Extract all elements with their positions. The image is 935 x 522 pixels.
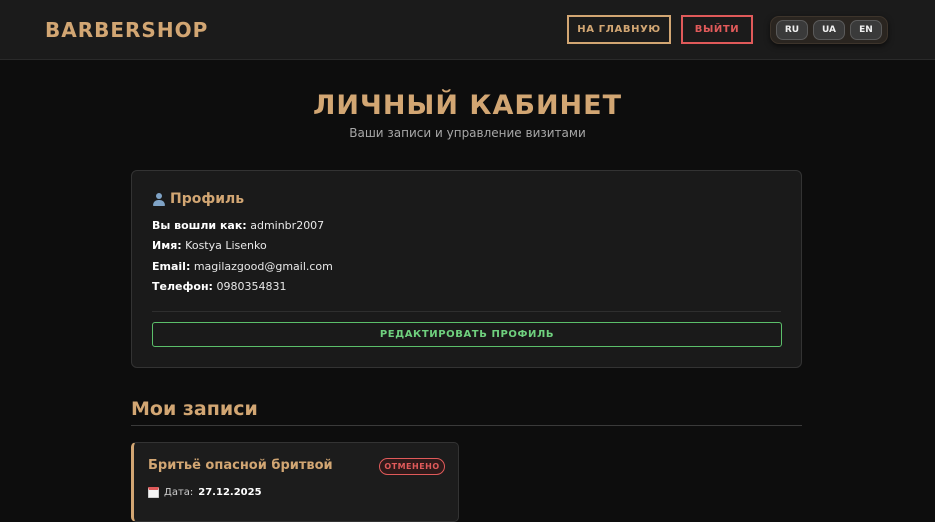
user-icon <box>152 192 166 206</box>
profile-heading: Профиль <box>152 191 244 207</box>
language-switcher: RU UA EN <box>770 16 888 44</box>
profile-heading-label: Профиль <box>170 191 245 207</box>
bookings-title: Мои записи <box>131 398 258 420</box>
booking-service-name: Бритьё опасной бритвой <box>148 458 333 473</box>
top-navbar: BARBERSHOP НА ГЛАВНУЮ ВЫЙТИ RU UA EN <box>0 0 935 60</box>
bookings-divider <box>131 425 802 426</box>
calendar-icon <box>148 487 159 498</box>
profile-name-value: Kostya Lisenko <box>185 239 267 252</box>
profile-phone-value: 0980354831 <box>216 280 287 293</box>
profile-login-label: Вы вошли как: <box>152 219 247 232</box>
profile-email-value: magilazgood@gmail.com <box>193 260 333 273</box>
profile-name-row: Имя: Kostya Lisenko <box>152 239 267 252</box>
edit-profile-button[interactable]: РЕДАКТИРОВАТЬ ПРОФИЛЬ <box>152 322 782 347</box>
booking-date-value: 27.12.2025 <box>198 487 262 498</box>
page-subtitle: Ваши записи и управление визитами <box>349 126 586 140</box>
home-button[interactable]: НА ГЛАВНУЮ <box>567 15 671 44</box>
lang-en-button[interactable]: EN <box>850 20 882 40</box>
booking-card: Бритьё опасной бритвой ОТМЕНЕНО Дата: 27… <box>131 442 459 522</box>
profile-email-label: Email: <box>152 260 191 273</box>
profile-login-value: adminbr2007 <box>250 219 325 232</box>
lang-ua-button[interactable]: UA <box>813 20 845 40</box>
booking-date-label: Дата: <box>164 487 194 498</box>
profile-phone-label: Телефон: <box>152 280 213 293</box>
profile-login-row: Вы вошли как: adminbr2007 <box>152 219 324 232</box>
profile-name-label: Имя: <box>152 239 182 252</box>
booking-date-row: Дата: 27.12.2025 <box>148 487 262 498</box>
logo[interactable]: BARBERSHOP <box>45 18 208 42</box>
profile-phone-row: Телефон: 0980354831 <box>152 280 286 293</box>
page-title: ЛИЧНЫЙ КАБИНЕТ <box>312 90 622 121</box>
logout-button[interactable]: ВЫЙТИ <box>681 15 753 44</box>
profile-card: Профиль Вы вошли как: adminbr2007 Имя: K… <box>131 170 802 368</box>
profile-email-row: Email: magilazgood@gmail.com <box>152 260 333 273</box>
status-badge: ОТМЕНЕНО <box>379 458 445 475</box>
profile-divider <box>152 311 781 312</box>
lang-ru-button[interactable]: RU <box>776 20 808 40</box>
